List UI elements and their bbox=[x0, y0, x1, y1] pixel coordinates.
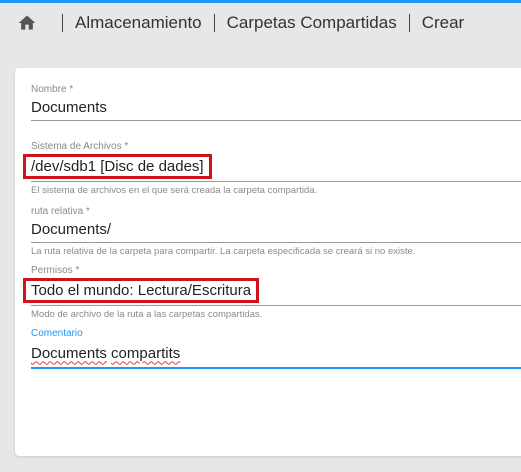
home-icon[interactable] bbox=[16, 12, 38, 34]
name-input[interactable]: Documents bbox=[31, 95, 521, 121]
relative-path-input[interactable]: Documents/ bbox=[31, 217, 521, 243]
name-field: Nombre * Documents bbox=[31, 84, 521, 121]
relative-path-hint: La ruta relativa de la carpeta para comp… bbox=[31, 246, 416, 257]
breadcrumb-separator bbox=[62, 14, 63, 32]
comment-field: Comentario Documents compartits bbox=[31, 328, 521, 369]
comment-label: Comentario bbox=[31, 328, 83, 339]
comment-value: Documents compartits bbox=[31, 345, 180, 362]
filesystem-hint: El sistema de archivos en el que será cr… bbox=[31, 185, 318, 196]
permissions-label: Permisos * bbox=[31, 265, 80, 276]
relative-path-field: ruta relativa * Documents/ La ruta relat… bbox=[31, 206, 521, 257]
breadcrumb-carpetas-compartidas[interactable]: Carpetas Compartidas bbox=[227, 13, 397, 33]
comment-word-2: compartits bbox=[111, 344, 181, 362]
filesystem-field: Sistema de Archivos * /dev/sdb1 [Disc de… bbox=[23, 141, 521, 196]
permissions-field: Permisos * Todo el mundo: Lectura/Escrit… bbox=[23, 265, 521, 320]
comment-textarea[interactable]: Documents compartits bbox=[31, 339, 521, 369]
breadcrumb: Almacenamiento Carpetas Compartidas Crea… bbox=[0, 3, 521, 43]
breadcrumb-separator bbox=[408, 14, 410, 32]
breadcrumb-separator bbox=[213, 14, 215, 32]
relative-path-label: ruta relativa * bbox=[31, 206, 90, 217]
permissions-value: Todo el mundo: Lectura/Escritura bbox=[23, 278, 260, 303]
form-card: Nombre * Documents Sistema de Archivos *… bbox=[15, 68, 521, 456]
permissions-select[interactable]: Todo el mundo: Lectura/Escritura bbox=[23, 276, 521, 306]
name-value: Documents bbox=[31, 99, 107, 116]
filesystem-select[interactable]: /dev/sdb1 [Disc de dades] bbox=[23, 152, 521, 182]
filesystem-label: Sistema de Archivos * bbox=[31, 141, 129, 152]
name-label: Nombre * bbox=[31, 84, 74, 95]
permissions-hint: Modo de archivo de la ruta a las carpeta… bbox=[31, 309, 263, 320]
breadcrumb-crear: Crear bbox=[421, 13, 465, 32]
filesystem-value: /dev/sdb1 [Disc de dades] bbox=[23, 154, 212, 179]
breadcrumb-almacenamiento[interactable]: Almacenamiento bbox=[75, 13, 202, 33]
comment-word-1: Documents bbox=[31, 344, 107, 362]
relative-path-value: Documents/ bbox=[31, 221, 112, 238]
